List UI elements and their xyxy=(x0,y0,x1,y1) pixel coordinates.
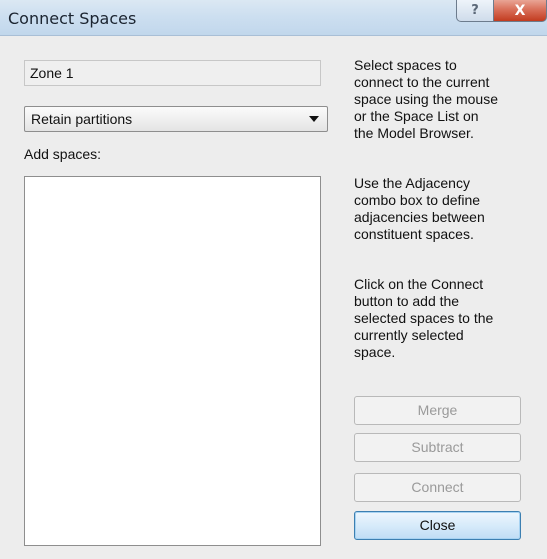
help-text-selection: Select spaces to connect to the current … xyxy=(354,57,498,141)
help-text-connect: Click on the Connect button to add the s… xyxy=(354,276,494,360)
add-spaces-label: Add spaces: xyxy=(24,146,102,162)
dialog-body: Zone 1 Retain partitions Add spaces: Sel… xyxy=(0,36,547,559)
window-title: Connect Spaces xyxy=(8,9,137,28)
close-icon: X xyxy=(514,2,526,19)
adjacency-combo-box[interactable]: Retain partitions xyxy=(24,106,328,132)
help-text-adjacency: Use the Adjacency combo box to define ad… xyxy=(354,175,485,242)
subtract-button[interactable]: Subtract xyxy=(354,433,521,462)
help-button[interactable]: ? xyxy=(456,0,494,22)
connect-button[interactable]: Connect xyxy=(354,473,521,502)
zone-name-field[interactable]: Zone 1 xyxy=(24,60,321,86)
chevron-down-icon xyxy=(309,116,319,122)
adjacency-selected-value: Retain partitions xyxy=(31,111,133,127)
close-button[interactable]: Close xyxy=(354,511,521,540)
add-spaces-list[interactable] xyxy=(24,176,321,546)
title-bar: Connect Spaces ? X xyxy=(0,0,547,36)
close-window-button[interactable]: X xyxy=(493,0,547,22)
zone-name-value: Zone 1 xyxy=(30,65,74,81)
merge-button[interactable]: Merge xyxy=(354,396,521,425)
help-icon: ? xyxy=(471,3,479,18)
